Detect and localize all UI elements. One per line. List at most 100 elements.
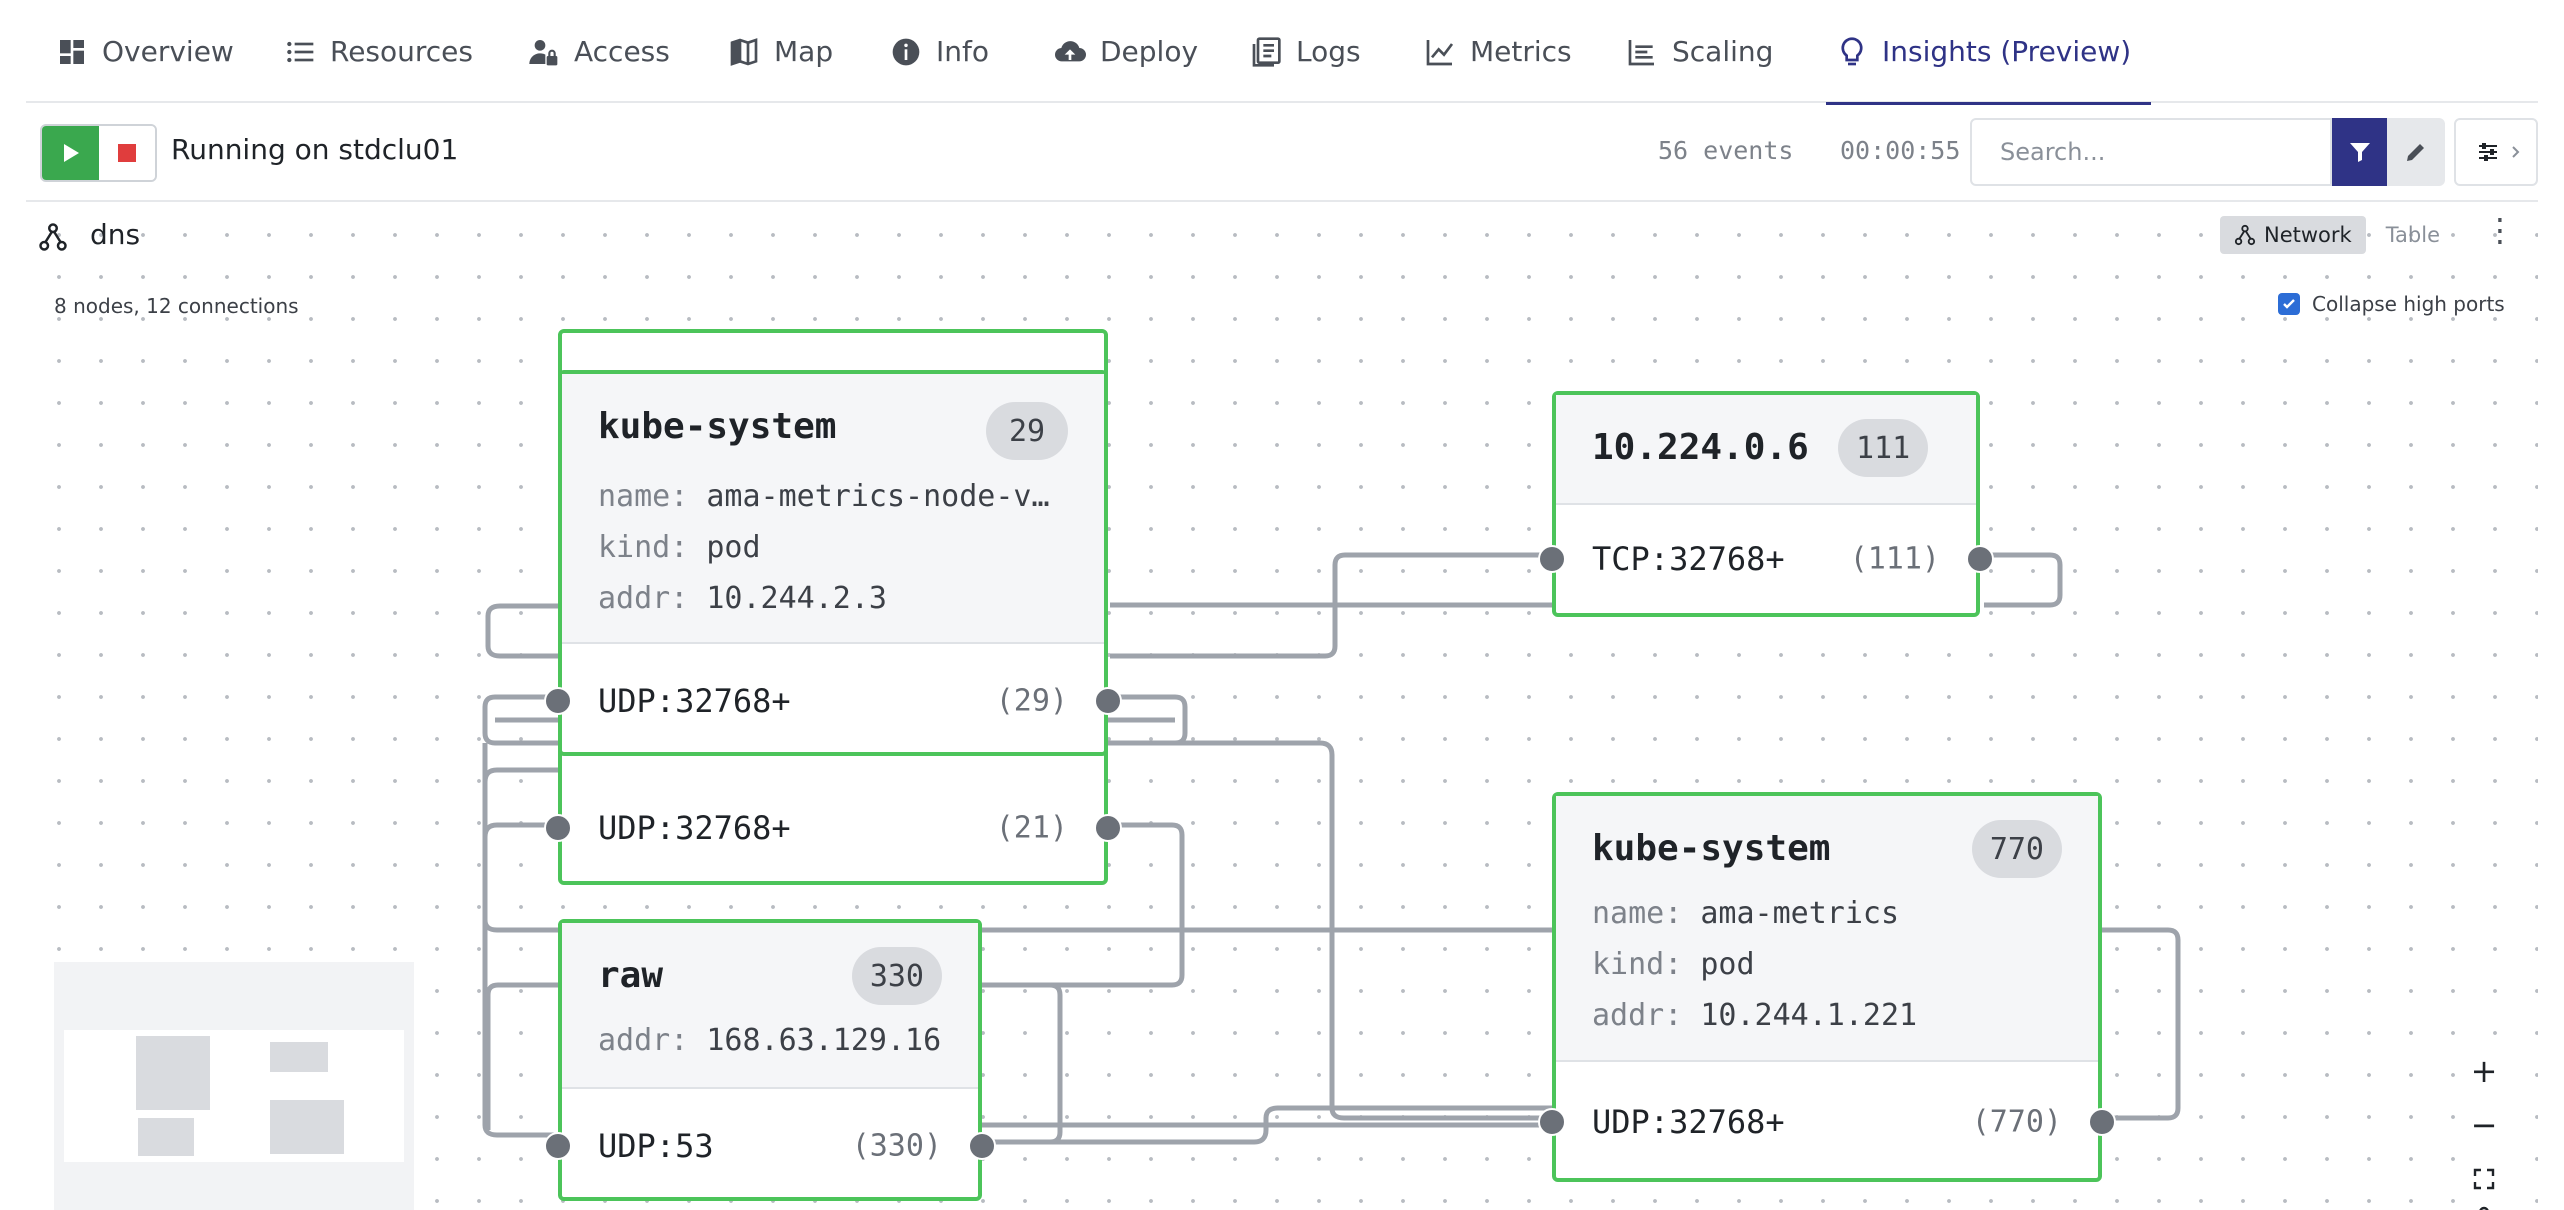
list-icon: [287, 41, 314, 62]
minimap-node: [270, 1100, 344, 1154]
tab-label: Scaling: [1672, 35, 1774, 68]
tab-overview[interactable]: Overview: [56, 0, 234, 103]
filter-button[interactable]: [2332, 118, 2387, 186]
port-count: (111): [1849, 541, 1940, 577]
zoom-in-button[interactable]: +: [2458, 1044, 2510, 1098]
lightbulb-icon: [1841, 36, 1863, 65]
port-count: (770): [1971, 1104, 2062, 1140]
chart-line-icon: [1426, 39, 1454, 65]
zoom-out-button[interactable]: −: [2458, 1098, 2510, 1152]
node-title: raw: [598, 955, 664, 996]
status-text: Running on stdclu01: [171, 133, 459, 166]
node-attr-addr: addr: 10.244.1.221: [1592, 998, 1918, 1033]
network-icon: [39, 223, 67, 251]
info-icon: [892, 38, 920, 65]
port-count: (29): [995, 683, 1068, 719]
search-placeholder: Search...: [2000, 138, 2106, 166]
check-icon: [2283, 299, 2295, 309]
tab-label: Resources: [330, 35, 473, 68]
node-title: kube-system: [598, 406, 837, 447]
port-connector[interactable]: [1094, 687, 1122, 715]
node-attr-addr: addr: 168.63.129.16: [598, 1023, 942, 1058]
tab-label: Deploy: [1100, 35, 1199, 68]
tab-map[interactable]: Map: [728, 0, 833, 103]
port-connector[interactable]: [2088, 1108, 2116, 1136]
panel-title: dns: [90, 218, 141, 251]
port-connector[interactable]: [544, 1132, 572, 1160]
sliders-icon: [2479, 143, 2497, 161]
tab-bar: Overview Resources Access Map Info Deplo…: [26, 0, 2538, 105]
map-icon: [730, 37, 758, 66]
tab-resources[interactable]: Resources: [284, 0, 473, 103]
port-count: (21): [995, 810, 1068, 846]
port-connector[interactable]: [968, 1132, 996, 1160]
node-header: kube-system 29 name: ama-metrics-node-v……: [562, 374, 1104, 644]
playback-controls: [40, 124, 157, 182]
minimap-node: [138, 1118, 194, 1156]
port-label: UDP:32768+: [1592, 1103, 1785, 1141]
view-settings-button[interactable]: [2454, 118, 2538, 186]
event-count-badge: 770: [1971, 820, 2062, 878]
more-options-icon[interactable]: ⋮: [2484, 214, 2516, 246]
table-view-button[interactable]: Table: [2366, 223, 2460, 247]
play-icon: [63, 144, 79, 162]
port-connector[interactable]: [544, 814, 572, 842]
lock-icon: [2479, 1206, 2489, 1210]
tab-label: Info: [936, 35, 989, 68]
node-attr-kind: kind: pod: [1592, 947, 1755, 982]
port-row[interactable]: UDP:32768+ (29): [544, 666, 1122, 736]
minimap-viewport: [64, 1030, 404, 1162]
port-label: UDP:32768+: [598, 809, 791, 847]
network-node-kube-system-29[interactable]: kube-system 29 name: ama-metrics-node-v……: [544, 370, 1122, 756]
tab-label: Access: [574, 35, 670, 68]
event-count-badge: 330: [851, 947, 942, 1005]
dashboard-icon: [60, 39, 84, 64]
port-connector[interactable]: [1966, 545, 1994, 573]
port-row[interactable]: UDP:32768+ (770): [1538, 1087, 2116, 1157]
tab-label: Insights (Preview): [1882, 35, 2132, 68]
port-connector[interactable]: [1094, 814, 1122, 842]
network-node-raw-330[interactable]: raw 330 addr: 168.63.129.16 UDP:53 (330): [544, 919, 996, 1201]
lock-button[interactable]: [2458, 1206, 2510, 1210]
pencil-icon: [2407, 144, 2424, 161]
tab-access[interactable]: Access: [528, 0, 670, 103]
port-row[interactable]: UDP:32768+ (21): [544, 793, 1122, 863]
play-button[interactable]: [42, 126, 99, 180]
graph-summary: 8 nodes, 12 connections: [54, 294, 299, 318]
zoom-controls: + −: [2458, 1044, 2510, 1210]
minimap[interactable]: [54, 962, 414, 1210]
tab-metrics[interactable]: Metrics: [1424, 0, 1572, 103]
stop-button[interactable]: [99, 126, 155, 180]
cloud-upload-icon: [1054, 40, 1086, 61]
event-count-badge: 29: [986, 402, 1068, 460]
tab-label: Metrics: [1470, 35, 1572, 68]
port-connector[interactable]: [1538, 545, 1566, 573]
minimap-node: [270, 1042, 328, 1072]
port-row[interactable]: UDP:53 (330): [544, 1111, 996, 1181]
network-view-label: Network: [2264, 223, 2352, 247]
minimap-node: [136, 1036, 210, 1110]
node-header: kube-system 770 name: ama-metrics kind: …: [1556, 796, 2098, 1062]
tab-info[interactable]: Info: [890, 0, 989, 103]
tab-label: Logs: [1296, 35, 1361, 68]
edit-button[interactable]: [2387, 118, 2445, 186]
node-attr-name: name: ama-metrics-node-v…: [598, 479, 1050, 514]
tab-scaling[interactable]: Scaling: [1626, 0, 1773, 103]
stop-icon: [118, 144, 136, 162]
checkbox[interactable]: [2278, 293, 2300, 315]
node-attr-kind: kind: pod: [598, 530, 761, 565]
fit-view-button[interactable]: [2458, 1152, 2510, 1206]
logs-icon: [1252, 36, 1281, 67]
network-node-10-224-0-6[interactable]: 10.224.0.6 111 TCP:32768+ (111): [1538, 391, 1994, 617]
port-connector[interactable]: [544, 687, 572, 715]
port-row[interactable]: TCP:32768+ (111): [1538, 524, 1994, 594]
network-node-kube-system-770[interactable]: kube-system 770 name: ama-metrics kind: …: [1538, 792, 2116, 1182]
search-input[interactable]: Search...: [1970, 118, 2332, 186]
tab-deploy[interactable]: Deploy: [1054, 0, 1198, 103]
collapse-high-ports-toggle[interactable]: Collapse high ports: [2278, 292, 2505, 316]
network-view-button[interactable]: Network: [2220, 216, 2366, 254]
scaling-icon: [1628, 39, 1654, 65]
port-connector[interactable]: [1538, 1108, 1566, 1136]
tab-logs[interactable]: Logs: [1250, 0, 1361, 103]
tab-insights[interactable]: Insights (Preview): [1825, 0, 2152, 105]
